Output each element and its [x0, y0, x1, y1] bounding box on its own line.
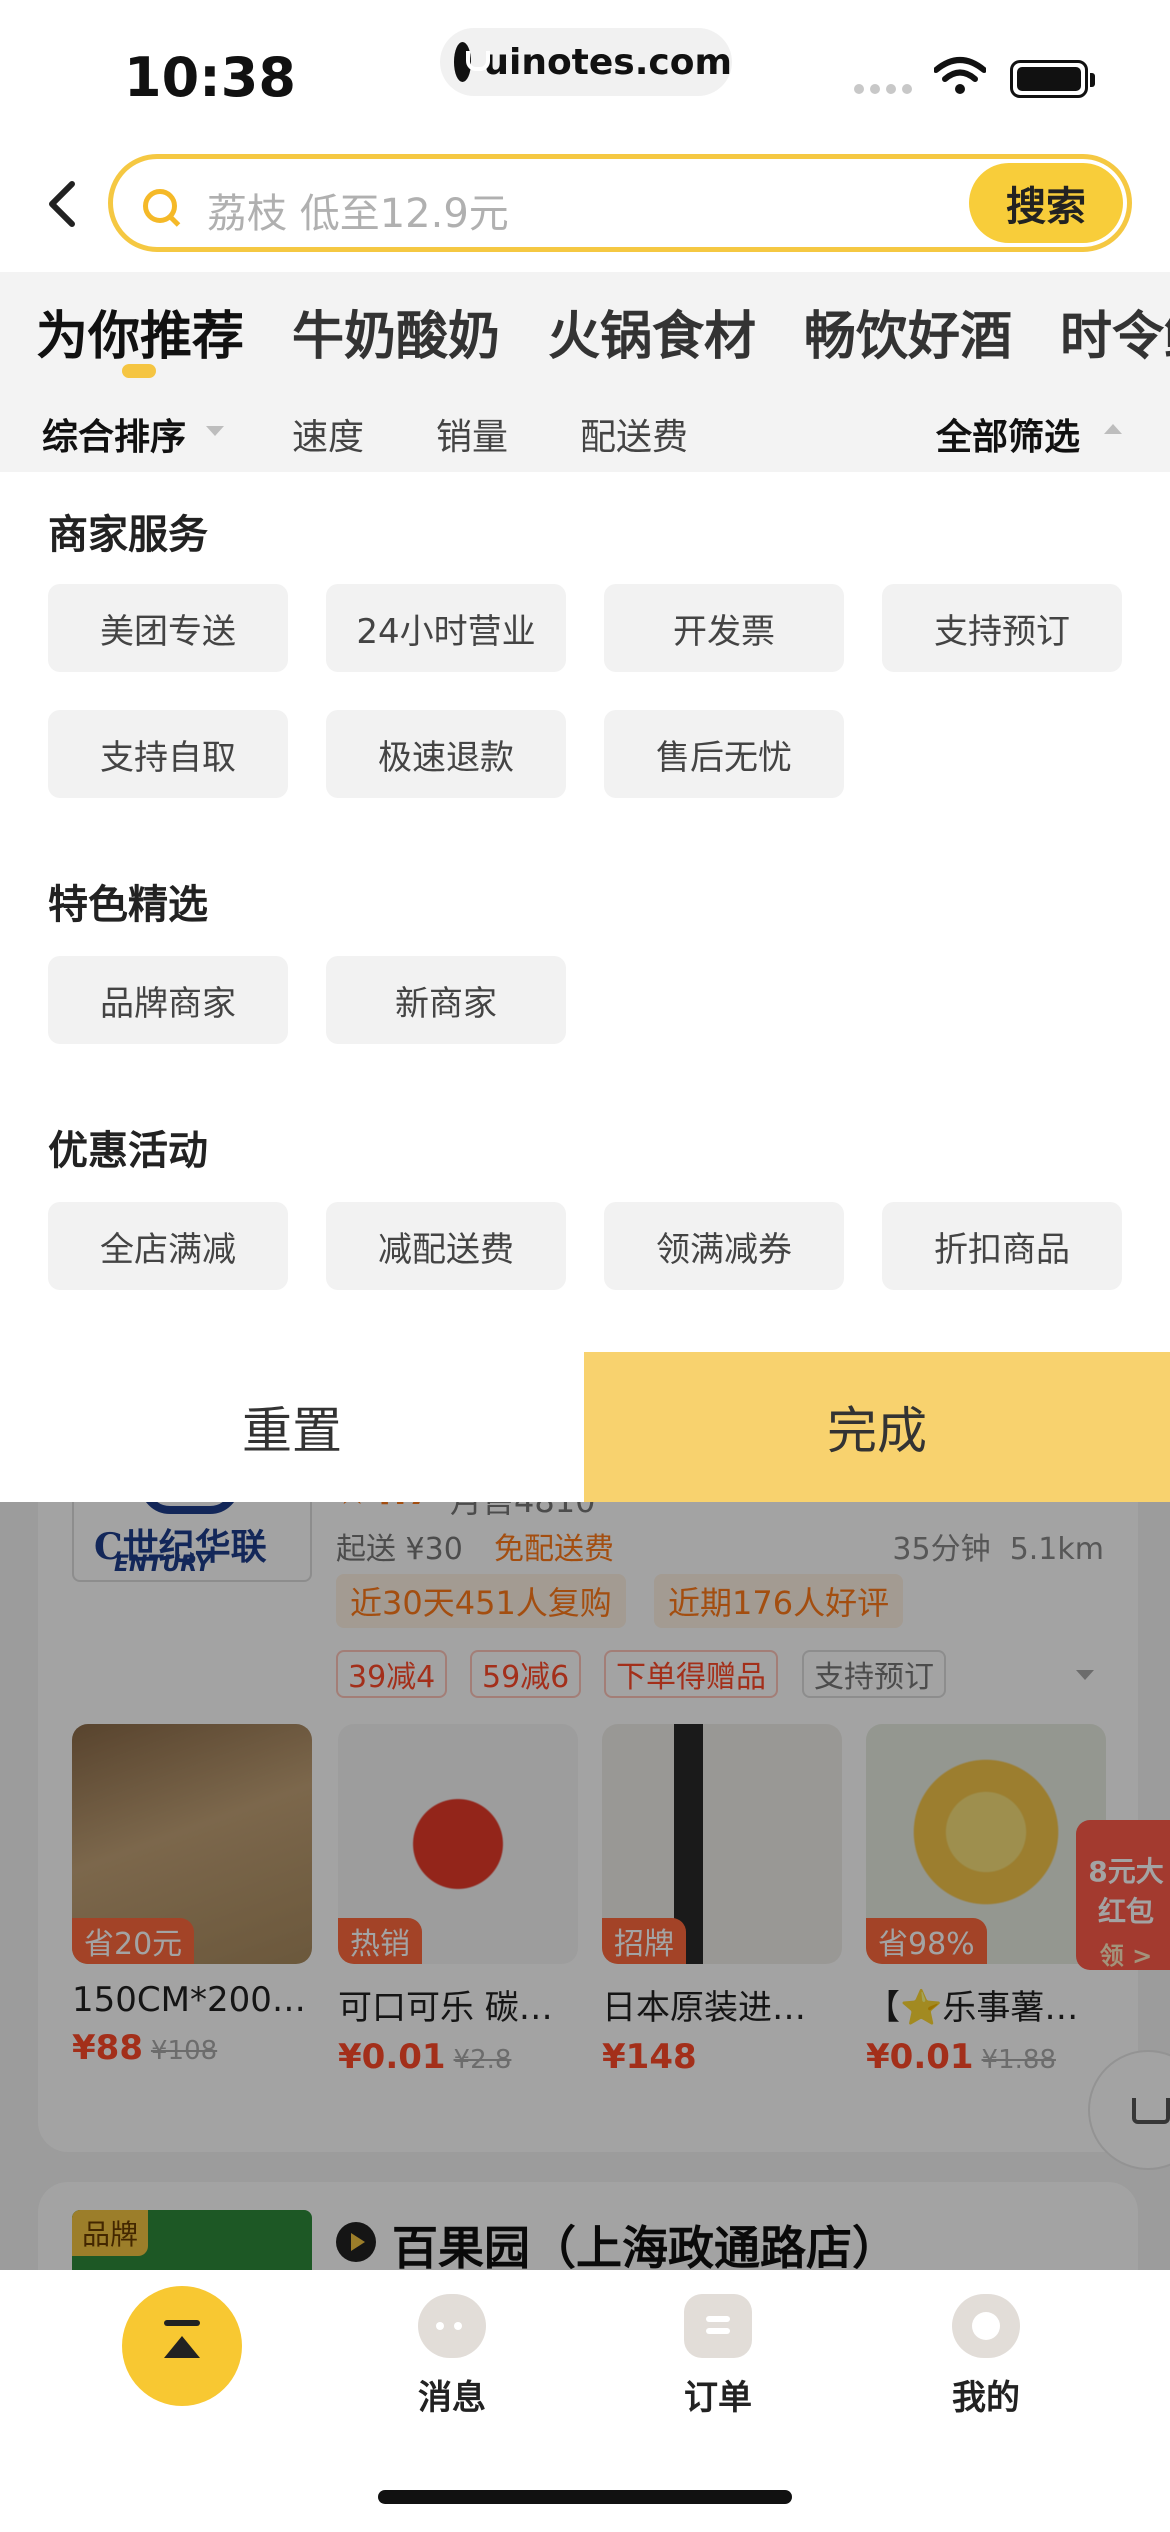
filter-chip[interactable]: 售后无忧 — [604, 710, 844, 798]
url-pill[interactable]: uinotes.com — [440, 28, 732, 96]
filter-chip[interactable]: 减配送费 — [326, 1202, 566, 1290]
filter-chip[interactable]: 极速退款 — [326, 710, 566, 798]
filter-chip[interactable]: 领满减券 — [604, 1202, 844, 1290]
filter-chip[interactable]: 支持预订 — [882, 584, 1122, 672]
nav-label: 订单 — [684, 2378, 752, 2418]
done-button[interactable]: 完成 — [584, 1352, 1170, 1502]
filter-chip[interactable]: 新商家 — [326, 956, 566, 1044]
filter-chip[interactable]: 24小时营业 — [326, 584, 566, 672]
tab-milk-yogurt[interactable]: 牛奶酸奶 — [292, 294, 500, 369]
filter-chip[interactable]: 折扣商品 — [882, 1202, 1122, 1290]
filter-chip[interactable]: 品牌商家 — [48, 956, 288, 1044]
search-button[interactable]: 搜索 — [969, 163, 1123, 243]
dropdown-arrow-icon — [206, 426, 224, 436]
sort-comprehensive[interactable]: 综合排序 — [42, 408, 186, 460]
url-text: uinotes.com — [483, 41, 732, 83]
cellular-signal-icon — [854, 84, 912, 94]
sort-delivery-fee[interactable]: 配送费 — [580, 408, 688, 460]
category-tabs: 为你推荐 牛奶酸奶 火锅食材 畅饮好酒 时令鲜 — [0, 272, 1170, 382]
wifi-icon — [934, 57, 986, 94]
section-featured: 特色精选 — [48, 882, 208, 928]
section-merchant-services: 商家服务 — [48, 512, 208, 558]
filter-chip[interactable]: 美团专送 — [48, 584, 288, 672]
back-to-top-icon[interactable] — [122, 2286, 242, 2406]
active-tab-indicator — [122, 364, 156, 378]
dim-overlay[interactable] — [0, 1502, 1170, 2270]
status-bar: 10:38 uinotes.com — [0, 0, 1170, 140]
order-icon — [684, 2294, 752, 2358]
reset-button[interactable]: 重置 — [0, 1352, 584, 1502]
all-filters[interactable]: 全部筛选 — [936, 408, 1080, 460]
battery-icon — [1010, 60, 1095, 98]
profile-icon — [952, 2294, 1020, 2358]
search-header: 荔枝 低至12.9元 搜索 — [0, 140, 1170, 272]
message-icon — [418, 2294, 486, 2358]
collapse-arrow-icon — [1104, 424, 1122, 434]
sort-bar: 综合排序 速度 销量 配送费 全部筛选 — [0, 382, 1170, 472]
filter-chip[interactable]: 开发票 — [604, 584, 844, 672]
sort-speed[interactable]: 速度 — [292, 408, 364, 460]
sort-sales[interactable]: 销量 — [436, 408, 508, 460]
filter-panel: 商家服务 美团专送 24小时营业 开发票 支持预订 支持自取 极速退款 售后无忧… — [0, 472, 1170, 1352]
search-icon — [143, 189, 177, 223]
tab-seasonal[interactable]: 时令鲜 — [1060, 294, 1170, 369]
nav-label: 消息 — [418, 2378, 486, 2418]
filter-actions: 重置 完成 — [0, 1352, 1170, 1502]
nav-orders[interactable]: 订单 — [648, 2294, 788, 2419]
section-promotions: 优惠活动 — [48, 1128, 208, 1174]
search-input[interactable]: 荔枝 低至12.9元 — [207, 181, 509, 239]
filter-chip[interactable]: 全店满减 — [48, 1202, 288, 1290]
tab-drinks-wine[interactable]: 畅饮好酒 — [804, 294, 1012, 369]
tab-hotpot[interactable]: 火锅食材 — [548, 294, 756, 369]
filter-chip[interactable]: 支持自取 — [48, 710, 288, 798]
tab-recommended[interactable]: 为你推荐 — [36, 294, 244, 369]
status-time: 10:38 — [124, 46, 296, 109]
nav-label: 我的 — [952, 2378, 1020, 2418]
search-box[interactable]: 荔枝 低至12.9元 搜索 — [108, 154, 1132, 252]
home-indicator — [378, 2490, 792, 2504]
nav-mine[interactable]: 我的 — [916, 2294, 1056, 2419]
back-arrow-icon[interactable] — [38, 178, 90, 230]
site-logo-icon — [454, 42, 491, 82]
nav-messages[interactable]: 消息 — [382, 2294, 522, 2419]
